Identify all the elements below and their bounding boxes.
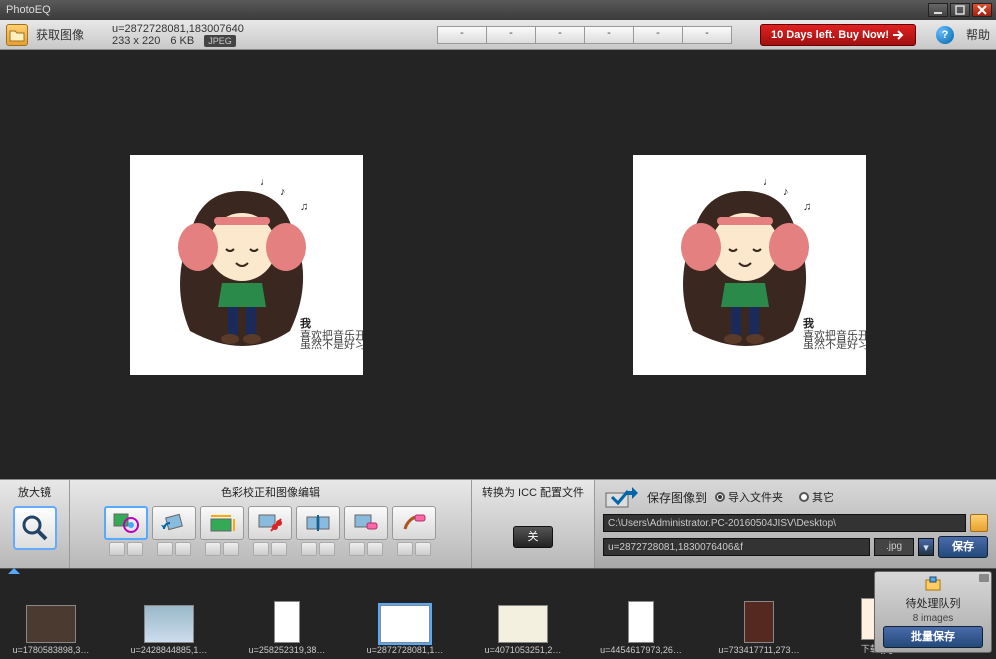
radio-import-folder[interactable]: 导入文件夹	[715, 489, 783, 505]
queue-collapse-icon[interactable]	[979, 574, 989, 582]
svg-text:♩: ♩	[260, 176, 271, 188]
save-to-label: 保存图像到	[647, 489, 707, 506]
extension-select[interactable]: .jpg	[874, 538, 914, 556]
svg-text:♫: ♫	[803, 201, 811, 213]
filmstrip-item-3[interactable]: u=2872728081,1…	[360, 605, 450, 655]
buy-now-label: 10 Days left. Buy Now!	[771, 29, 889, 41]
tool-crop-sub2[interactable]	[271, 542, 287, 556]
tool-erase-sub1[interactable]	[349, 542, 365, 556]
image-dims: 233 x 220	[112, 35, 160, 47]
seg-btn-2[interactable]: -	[535, 26, 585, 44]
queue-panel: 待处理队列 8 images 批量保存	[874, 571, 992, 653]
svg-text:♪: ♪	[280, 186, 286, 198]
filmstrip: u=1780583898,3… u=2428844885,1… u=258252…	[0, 569, 996, 659]
magnifier-button[interactable]	[13, 506, 57, 550]
magnifier-icon	[21, 514, 49, 542]
tool-erase-sub2[interactable]	[367, 542, 383, 556]
folder-icon	[9, 28, 25, 42]
preview-image-left: ♪ ♫ ♩ 我 喜欢把音乐开很大声 虽然不是好习惯	[130, 155, 363, 375]
seg-btn-3[interactable]: -	[584, 26, 634, 44]
tool-resize[interactable]	[200, 506, 244, 540]
svg-text:♩: ♩	[763, 176, 774, 188]
svg-text:虽然不是好习惯: 虽然不是好习惯	[803, 337, 866, 351]
tool-rotate-sub1[interactable]	[157, 542, 173, 556]
image-info: u=2872728081,183007640 233 x 220 6 KB JP…	[112, 23, 244, 47]
svg-text:♫: ♫	[300, 201, 308, 213]
image-info-line1: u=2872728081,183007640	[112, 23, 244, 35]
extension-dropdown-button[interactable]: ▾	[918, 538, 934, 556]
tool-brush-sub2[interactable]	[415, 542, 431, 556]
tool-crop[interactable]	[248, 506, 292, 540]
filmstrip-indicator-icon	[8, 568, 20, 574]
svg-text:我: 我	[803, 316, 814, 330]
tool-color-correct[interactable]	[104, 506, 148, 540]
segment-buttons: - - - - - -	[438, 26, 732, 44]
tool-straighten[interactable]	[296, 506, 340, 540]
tool-rotate-sub2[interactable]	[175, 542, 191, 556]
image-format-badge: JPEG	[204, 35, 236, 47]
tool-color-correct-sub1[interactable]	[109, 542, 125, 556]
arrow-right-icon	[893, 30, 905, 40]
filmstrip-item-6[interactable]: u=733417711,273…	[714, 601, 804, 655]
convert-icc-label: 转换为 ICC 配置文件	[482, 484, 584, 500]
browse-folder-button[interactable]	[970, 514, 988, 532]
help-icon[interactable]: ?	[936, 26, 954, 44]
filmstrip-item-5[interactable]: u=4454617973,26…	[596, 601, 686, 655]
svg-text:♪: ♪	[783, 186, 789, 198]
open-image-label: 获取图像	[36, 26, 84, 43]
minimize-button[interactable]	[928, 3, 948, 17]
seg-btn-1[interactable]: -	[486, 26, 536, 44]
seg-btn-5[interactable]: -	[682, 26, 732, 44]
svg-text:虽然不是好习惯: 虽然不是好习惯	[300, 337, 363, 351]
convert-off-button[interactable]: 关	[513, 526, 553, 548]
tool-color-correct-sub2[interactable]	[127, 542, 143, 556]
tool-rotate[interactable]	[152, 506, 196, 540]
queue-title: 待处理队列	[906, 595, 961, 611]
save-button[interactable]: 保存	[938, 536, 988, 558]
app-title: PhotoEQ	[4, 4, 926, 16]
preview-area: ♪ ♫ ♩ 我 喜欢把音乐开很大声 虽然不是好习惯 ♪ ♫ ♩ 我	[0, 50, 996, 479]
filmstrip-item-0[interactable]: u=1780583898,3…	[6, 605, 96, 655]
tool-brush[interactable]	[392, 506, 436, 540]
image-size: 6 KB	[170, 35, 194, 47]
color-edit-label: 色彩校正和图像编辑	[221, 484, 320, 500]
radio-other[interactable]: 其它	[799, 489, 834, 505]
save-filename-input[interactable]	[603, 538, 870, 556]
tool-straighten-sub2[interactable]	[319, 542, 335, 556]
help-label: 帮助	[966, 26, 990, 43]
queue-icon	[924, 576, 942, 593]
close-button[interactable]	[972, 3, 992, 17]
svg-text:我: 我	[300, 316, 311, 330]
tool-resize-sub2[interactable]	[223, 542, 239, 556]
tool-resize-sub1[interactable]	[205, 542, 221, 556]
maximize-button[interactable]	[950, 3, 970, 17]
tool-brush-sub1[interactable]	[397, 542, 413, 556]
queue-count: 8 images	[913, 613, 954, 624]
filmstrip-item-1[interactable]: u=2428844885,1…	[124, 605, 214, 655]
tool-erase[interactable]	[344, 506, 388, 540]
batch-save-button[interactable]: 批量保存	[883, 626, 983, 648]
magnifier-label: 放大镜	[18, 484, 51, 500]
preview-image-right: ♪ ♫ ♩ 我 喜欢把音乐开很大声 虽然不是好习惯	[633, 155, 866, 375]
buy-now-button[interactable]: 10 Days left. Buy Now!	[760, 24, 916, 46]
tool-crop-sub1[interactable]	[253, 542, 269, 556]
tool-straighten-sub1[interactable]	[301, 542, 317, 556]
open-image-button[interactable]	[6, 24, 28, 46]
save-image-icon	[603, 484, 639, 510]
save-path-input[interactable]	[603, 514, 966, 532]
filmstrip-item-4[interactable]: u=4071053251,2…	[478, 605, 568, 655]
filmstrip-item-2[interactable]: u=258252319,38…	[242, 601, 332, 655]
seg-btn-4[interactable]: -	[633, 26, 683, 44]
seg-btn-0[interactable]: -	[437, 26, 487, 44]
